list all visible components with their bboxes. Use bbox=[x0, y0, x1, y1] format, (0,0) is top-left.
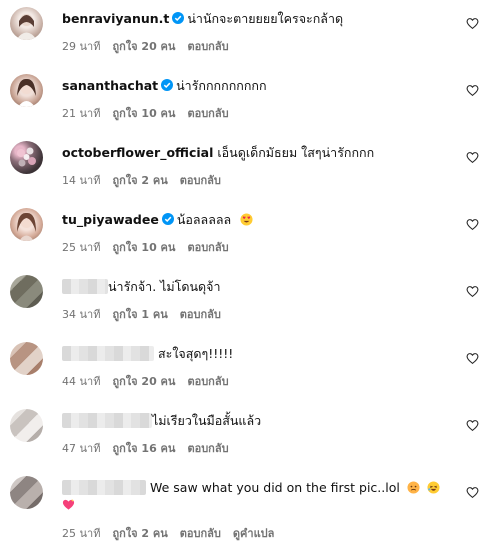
comment-text: เอ็นดูเด็กมัธยม ใสๆน่ารักกกก bbox=[217, 145, 375, 160]
comment-time[interactable]: 44 นาที bbox=[62, 375, 100, 388]
heart-outline-icon[interactable] bbox=[466, 486, 479, 499]
heart-outline-icon[interactable] bbox=[466, 352, 479, 365]
comment-meta: 29 นาที ถูกใจ 20 คน ตอบกลับ bbox=[62, 37, 241, 55]
like-count[interactable]: ถูกใจ 2 คน bbox=[112, 527, 167, 540]
username[interactable]: sananthachat bbox=[62, 78, 158, 93]
avatar[interactable] bbox=[10, 141, 43, 174]
blurred-username[interactable] bbox=[62, 346, 154, 361]
pouting-emoji-icon bbox=[407, 481, 420, 494]
comment-meta: 25 นาที ถูกใจ 2 คน ตอบกลับ ดูคำแปล bbox=[62, 524, 286, 542]
blurred-username[interactable] bbox=[62, 279, 108, 294]
reply-button[interactable]: ตอบกลับ bbox=[180, 527, 221, 540]
verified-badge-icon bbox=[172, 12, 185, 24]
comment-line: ไม่เรียวในมือสั้นแล้ว bbox=[62, 412, 448, 429]
reply-button[interactable]: ตอบกลับ bbox=[187, 107, 228, 120]
comment-line: tu_piyawadee น้อลลลลล bbox=[62, 211, 448, 228]
comment-time[interactable]: 25 นาที bbox=[62, 241, 100, 254]
comment-text: ไม่เรียวในมือสั้นแล้ว bbox=[152, 413, 262, 428]
heart-outline-icon[interactable] bbox=[466, 151, 479, 164]
comment-time[interactable]: 21 นาที bbox=[62, 107, 100, 120]
like-count[interactable]: ถูกใจ 20 คน bbox=[112, 40, 175, 53]
verified-badge-icon bbox=[161, 79, 174, 91]
avatar[interactable] bbox=[10, 409, 43, 442]
like-count[interactable]: ถูกใจ 2 คน bbox=[112, 174, 167, 187]
comment-time[interactable]: 25 นาที bbox=[62, 527, 100, 540]
username[interactable]: octoberflower_official bbox=[62, 145, 213, 160]
comment-text: น่ารักกกกกกกกก bbox=[176, 78, 267, 93]
username[interactable]: benraviyanun.t bbox=[62, 11, 169, 26]
blurred-username[interactable] bbox=[62, 480, 146, 495]
avatar[interactable] bbox=[10, 7, 43, 40]
comment-time[interactable]: 14 นาที bbox=[62, 174, 100, 187]
comment-time[interactable]: 29 นาที bbox=[62, 40, 100, 53]
comment-line: benraviyanun.t น่านักจะตายยยยใครจะกล้าดุ bbox=[62, 10, 448, 27]
avatar[interactable] bbox=[10, 342, 43, 375]
like-count[interactable]: ถูกใจ 10 คน bbox=[112, 107, 175, 120]
avatar[interactable] bbox=[10, 476, 43, 509]
laughing-emoji-icon bbox=[427, 481, 440, 494]
comment-line: น่ารักจ้า. ไม่โดนดุจ้า bbox=[62, 278, 448, 295]
like-count[interactable]: ถูกใจ 20 คน bbox=[112, 375, 175, 388]
avatar[interactable] bbox=[10, 74, 43, 107]
comment-meta: 21 นาที ถูกใจ 10 คน ตอบกลับ bbox=[62, 104, 241, 122]
blurred-username[interactable] bbox=[62, 413, 152, 428]
reply-button[interactable]: ตอบกลับ bbox=[187, 442, 228, 455]
reply-button[interactable]: ตอบกลับ bbox=[187, 241, 228, 254]
comment-text: น่ารักจ้า. ไม่โดนดุจ้า bbox=[108, 279, 221, 294]
avatar[interactable] bbox=[10, 275, 43, 308]
comment-line: octoberflower_official เอ็นดูเด็กมัธยม ใ… bbox=[62, 144, 448, 161]
heart-eyes-emoji-icon bbox=[240, 213, 253, 226]
heart-outline-icon[interactable] bbox=[466, 84, 479, 97]
heart-outline-icon[interactable] bbox=[466, 285, 479, 298]
comment-meta: 34 นาที ถูกใจ 1 คน ตอบกลับ bbox=[62, 305, 233, 323]
reply-button[interactable]: ตอบกลับ bbox=[187, 375, 228, 388]
like-count[interactable]: ถูกใจ 1 คน bbox=[112, 308, 167, 321]
comment-meta: 44 นาที ถูกใจ 20 คน ตอบกลับ bbox=[62, 372, 241, 390]
comment-line: sananthachat น่ารักกกกกกกกก bbox=[62, 77, 448, 94]
heart-outline-icon[interactable] bbox=[466, 218, 479, 231]
like-count[interactable]: ถูกใจ 16 คน bbox=[112, 442, 175, 455]
reply-button[interactable]: ตอบกลับ bbox=[187, 40, 228, 53]
comment-meta: 14 นาที ถูกใจ 2 คน ตอบกลับ bbox=[62, 171, 233, 189]
like-count[interactable]: ถูกใจ 10 คน bbox=[112, 241, 175, 254]
heart-outline-icon[interactable] bbox=[466, 17, 479, 30]
comment-meta: 25 นาที ถูกใจ 10 คน ตอบกลับ bbox=[62, 238, 241, 256]
comment-text: We saw what you did on the first pic..lo… bbox=[149, 480, 400, 495]
username[interactable]: tu_piyawadee bbox=[62, 212, 159, 227]
verified-badge-icon bbox=[161, 213, 174, 225]
comment-line: สะใจสุดๆ!!!!! bbox=[62, 345, 448, 362]
avatar[interactable] bbox=[10, 208, 43, 241]
comment-line: We saw what you did on the first pic..lo… bbox=[62, 479, 448, 496]
see-translation-button[interactable]: ดูคำแปล bbox=[233, 527, 275, 540]
comment-text: สะใจสุดๆ!!!!! bbox=[157, 346, 234, 361]
comment-text: น่านักจะตายยยยใครจะกล้าดุ bbox=[187, 11, 344, 26]
reply-button[interactable]: ตอบกลับ bbox=[180, 308, 221, 321]
comment-time[interactable]: 34 นาที bbox=[62, 308, 100, 321]
comment-meta: 47 นาที ถูกใจ 16 คน ตอบกลับ bbox=[62, 439, 241, 457]
sparkling-heart-emoji-icon bbox=[62, 498, 75, 510]
heart-outline-icon[interactable] bbox=[466, 419, 479, 432]
comment-text: น้อลลลลล bbox=[176, 212, 232, 227]
reply-button[interactable]: ตอบกลับ bbox=[180, 174, 221, 187]
comment-time[interactable]: 47 นาที bbox=[62, 442, 100, 455]
